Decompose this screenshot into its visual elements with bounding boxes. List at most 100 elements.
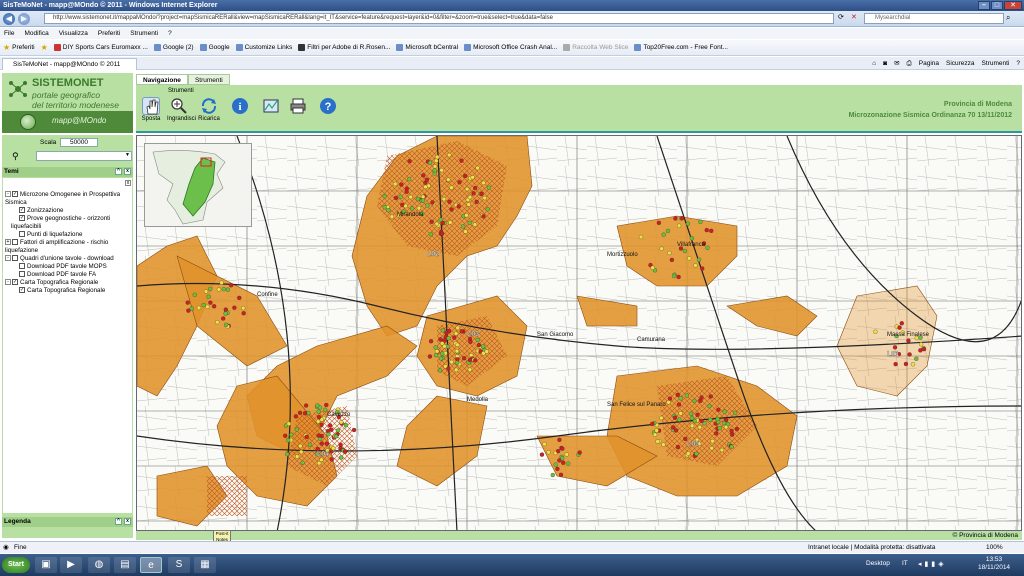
favorite-link[interactable]: Google (2) [153, 44, 194, 51]
tray-icons[interactable]: ◂▮▮◈ [918, 560, 947, 568]
zone-label: L05 [687, 441, 699, 448]
layer-checkbox[interactable] [12, 239, 18, 246]
favorite-link[interactable]: Top20Free.com - Free Font... [634, 44, 728, 51]
favorites-button[interactable]: ★ Preferiti [3, 43, 35, 52]
tree-item[interactable]: + Fattori di amplificazione - rischio liq… [5, 239, 125, 255]
help-tool-button[interactable]: ? [316, 97, 340, 116]
refresh-icon[interactable]: ⟳ [838, 13, 844, 21]
security-zone[interactable]: Intranet locale | Modalità protetta: dis… [808, 542, 935, 553]
tree-item[interactable]: ✓ Zonizzazione [5, 207, 125, 215]
start-button[interactable]: Start [2, 557, 30, 573]
zoom-level[interactable]: 100% [986, 542, 1003, 553]
expand-icon[interactable]: + [5, 239, 11, 246]
skype-icon[interactable]: S [168, 557, 190, 573]
menu-help[interactable]: ? [168, 28, 172, 39]
media-player-icon[interactable]: ▶ [60, 557, 82, 573]
collapse-icon[interactable]: ^ [115, 168, 122, 175]
menu-file[interactable]: File [4, 28, 14, 39]
map-canvas[interactable]: Cavezzo Medolla Mirandola San Felice sul Pa… [137, 136, 1022, 531]
feeds-icon[interactable]: ◙ [883, 58, 887, 69]
layer-checkbox[interactable] [12, 255, 18, 262]
forward-button[interactable]: ▶ [18, 13, 30, 25]
favorite-link[interactable]: Raccolta Web Slice [563, 44, 628, 51]
layer-checkbox[interactable]: ✓ [12, 191, 18, 198]
collapse-icon[interactable]: - [5, 279, 11, 286]
back-button[interactable]: ◀ [3, 13, 15, 25]
survey-point [228, 283, 234, 288]
pan-tool-button[interactable]: Sposta [139, 97, 163, 122]
overview-map[interactable] [144, 143, 252, 227]
layer-checkbox[interactable]: ✓ [19, 215, 25, 222]
favorite-link[interactable]: Filtri per Adobe di R.Rosen... [298, 44, 390, 51]
search-layer-select[interactable] [36, 151, 132, 161]
tree-item[interactable]: - ✓ Microzone Omogenee in Prospettiva Sism… [5, 191, 125, 207]
search-input[interactable]: Mysearchdial [864, 13, 1004, 24]
menu-strumenti[interactable]: Strumenti [130, 28, 158, 39]
layer-checkbox[interactable]: ✓ [19, 287, 25, 294]
internet-explorer-icon[interactable]: e [140, 557, 162, 573]
layer-checkbox[interactable] [19, 271, 25, 278]
print-menu-icon[interactable]: ⎙ [907, 58, 912, 69]
favorite-link[interactable]: Microsoft Office Crash Anal... [464, 44, 557, 51]
firefox-icon[interactable]: ◍ [88, 557, 110, 573]
panel-close-icon[interactable]: x [125, 180, 131, 186]
collapse-icon[interactable]: - [5, 255, 11, 262]
menu-modifica[interactable]: Modifica [24, 28, 48, 39]
system-clock[interactable]: 13:53 18/11/2014 [978, 556, 1010, 572]
menu-visualizza[interactable]: Visualizza [59, 28, 88, 39]
layer-checkbox[interactable]: ✓ [12, 279, 18, 286]
favorite-link[interactable]: Google [199, 44, 230, 51]
desktop-toolbar[interactable]: Desktop [866, 560, 890, 567]
close-icon[interactable]: x [124, 518, 131, 525]
search-icon[interactable]: ⌕ [1006, 13, 1010, 23]
minimize-button[interactable]: – [978, 1, 990, 10]
scale-input[interactable]: 50000 [60, 138, 98, 147]
app-icon[interactable]: ▦ [194, 557, 216, 573]
zoom-in-tool-button[interactable]: Ingrandisci [167, 97, 196, 122]
favorite-link[interactable]: Customize Links [235, 44, 292, 51]
tree-item[interactable]: ✓ Prove geognostiche - orizzonti liquefac… [5, 215, 125, 231]
language-indicator[interactable]: IT [902, 560, 908, 567]
favorite-link[interactable]: Microsoft bCentral [396, 44, 458, 51]
layer-checkbox[interactable]: ✓ [19, 207, 25, 214]
collapse-icon[interactable]: ^ [115, 518, 122, 525]
close-icon[interactable]: x [124, 168, 131, 175]
legenda-header[interactable]: Legenda ^ x [2, 517, 133, 527]
close-button[interactable]: ✕ [1004, 1, 1022, 10]
command-sicurezza[interactable]: Sicurezza [946, 58, 975, 69]
print-tool-button[interactable] [286, 97, 310, 116]
maximize-button[interactable]: □ [991, 1, 1003, 10]
menu-preferiti[interactable]: Preferiti [98, 28, 120, 39]
app-icon[interactable]: ▤ [114, 557, 136, 573]
map-link-tool-button[interactable] [259, 97, 283, 116]
file-explorer-icon[interactable]: ▣ [35, 557, 57, 573]
tab-navigazione[interactable]: Navigazione [136, 74, 188, 85]
tree-item[interactable]: - ✓ Carta Topografica Regionale [5, 279, 125, 287]
tree-item[interactable]: Punti di liquefazione [5, 231, 125, 239]
info-tool-button[interactable]: i [228, 97, 252, 116]
tree-item[interactable]: Download PDF tavole MOPS [5, 263, 125, 271]
layer-checkbox[interactable] [19, 263, 25, 270]
command-strumenti[interactable]: Strumenti [982, 58, 1010, 69]
map-view[interactable]: Cavezzo Medolla Mirandola San Felice sul Pa… [136, 135, 1022, 531]
command-pagina[interactable]: Pagina [919, 58, 939, 69]
home-icon[interactable]: ⌂ [872, 58, 876, 69]
reload-tool-button[interactable]: Ricarica [197, 97, 221, 122]
help-menu-icon[interactable]: ? [1016, 58, 1020, 69]
browser-tab[interactable]: SisTeMoNet - mapp@MOndo © 2011 [2, 58, 137, 70]
url-input[interactable]: http://www.sistemonet.it/mappaMOndo/?pro… [44, 13, 834, 24]
tab-strumenti[interactable]: Strumenti [187, 74, 230, 85]
tree-item[interactable]: Download PDF tavole FA [5, 271, 125, 279]
survey-point [326, 432, 331, 437]
tree-item[interactable]: - Quadri d'unione tavole - download [5, 255, 125, 263]
mail-icon[interactable]: ✉ [894, 58, 899, 69]
tree-item[interactable]: ✓ Carta Topografica Regionale [5, 287, 125, 295]
binoculars-icon[interactable]: ⚲ [12, 151, 24, 161]
add-favorite-icon[interactable]: ★ [41, 43, 48, 52]
stop-icon[interactable]: ✕ [851, 13, 857, 21]
survey-point [467, 195, 473, 200]
survey-point [446, 177, 451, 182]
layer-checkbox[interactable] [19, 231, 25, 238]
favorite-link[interactable]: DIY Sports Cars Euromaxx ... [53, 44, 148, 51]
collapse-icon[interactable]: - [5, 191, 11, 198]
